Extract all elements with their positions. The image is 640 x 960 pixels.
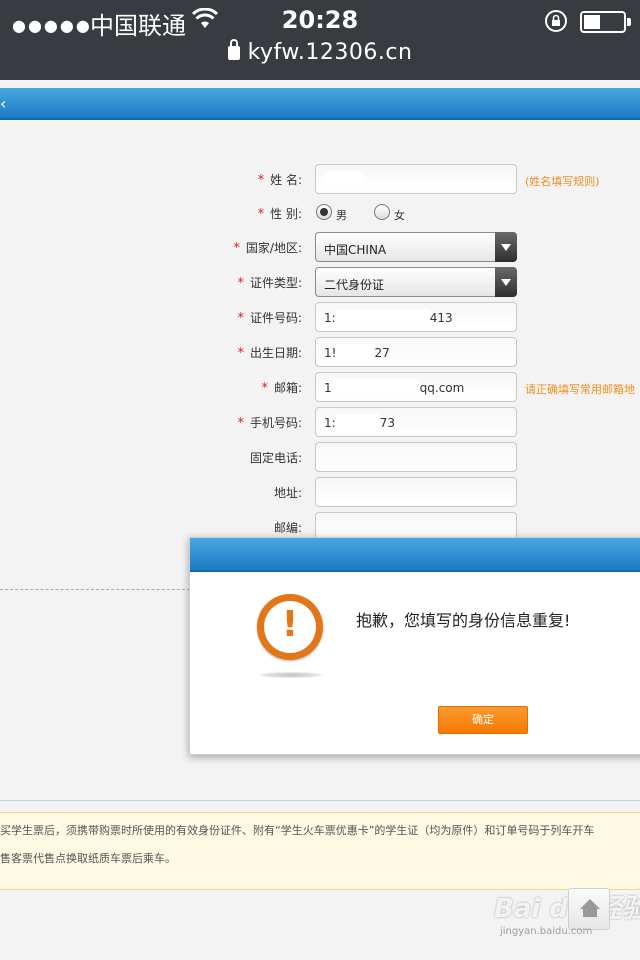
address-input[interactable] <box>315 477 517 507</box>
label-id-type: 证件类型: <box>249 276 302 290</box>
confirm-button[interactable]: 确定 <box>438 706 528 734</box>
email-input[interactable]: 1 qq.com <box>315 372 517 402</box>
notice-line-1: 买学生票后，须携带购票时所使用的有效身份证件、附有“学生火车票优惠卡”的学生证（… <box>0 824 595 837</box>
battery-icon <box>580 11 631 33</box>
dialog-message: 抱歉，您填写的身份信息重复! <box>356 611 571 630</box>
country-select[interactable]: 中国CHINA <box>315 232 517 262</box>
birth-date-input[interactable]: 1! 27 <box>315 337 517 367</box>
watermark-url: jingyan.baidu.com <box>500 926 593 937</box>
email-hint: 请正确填写常用邮箱地 <box>525 383 635 396</box>
gender-male-label: 男 <box>336 209 347 222</box>
label-landline: 固定电话: <box>249 451 302 465</box>
mobile-input[interactable]: 1: 73 <box>315 407 517 437</box>
label-birth: 出生日期: <box>249 346 302 360</box>
scroll-to-top-icon[interactable] <box>568 888 610 930</box>
url-bar[interactable]: kyfw.12306.cn <box>0 39 640 65</box>
status-bar: ●●●●● 中国联通 20:28 kyfw.12306.cn <box>0 0 640 80</box>
row-email: * 邮箱: 1 qq.com 请正确填写常用邮箱地 <box>0 370 640 402</box>
row-address: 地址: <box>0 475 640 507</box>
notice-line-2: 售客票代售点换取纸质车票后乘车。 <box>0 852 176 865</box>
url-text: kyfw.12306.cn <box>247 40 413 65</box>
dialog-header <box>190 538 640 572</box>
label-gender: 性 别: <box>270 207 302 221</box>
label-name: 姓 名: <box>270 173 302 187</box>
name-rule-link[interactable]: (姓名填写规则) <box>525 173 600 189</box>
student-ticket-notice: 买学生票后，须携带购票时所使用的有效身份证件、附有“学生火车票优惠卡”的学生证（… <box>0 812 640 890</box>
chevron-left-icon[interactable]: ‹ <box>0 94 6 113</box>
row-birth: * 出生日期: 1! 27 <box>0 335 640 367</box>
label-email: 邮箱: <box>273 381 302 395</box>
row-mobile: * 手机号码: 1: 73 <box>0 405 640 437</box>
name-input[interactable] <box>315 164 517 194</box>
row-gender: * 性 别: 男 女 <box>0 196 640 228</box>
gender-female-label: 女 <box>394 209 405 222</box>
gender-female-radio[interactable] <box>374 204 390 220</box>
row-id-number: * 证件号码: 1: 413 <box>0 300 640 332</box>
label-mobile: 手机号码: <box>249 416 302 430</box>
row-country: * 国家/地区: 中国CHINA <box>0 230 640 262</box>
divider <box>0 800 640 801</box>
rotation-lock-icon <box>545 10 567 32</box>
lock-icon <box>227 39 240 60</box>
page-header-band: ‹ <box>0 88 640 120</box>
gender-male-radio[interactable] <box>316 204 332 220</box>
id-number-input[interactable]: 1: 413 <box>315 302 517 332</box>
error-dialog: ! 抱歉，您填写的身份信息重复! 确定 <box>189 537 640 755</box>
landline-input[interactable] <box>315 442 517 472</box>
label-address: 地址: <box>273 486 302 500</box>
row-id-type: * 证件类型: 二代身份证 <box>0 265 640 297</box>
label-country: 国家/地区: <box>245 241 302 255</box>
dropdown-arrow-icon <box>495 267 517 297</box>
dropdown-arrow-icon <box>495 232 517 262</box>
id-type-select[interactable]: 二代身份证 <box>315 267 517 297</box>
label-id-number: 证件号码: <box>249 311 302 325</box>
watermark-logo: Bai du 经验 <box>494 894 640 924</box>
row-name: * 姓 名: (姓名填写规则) <box>0 162 640 194</box>
section-divider <box>0 589 190 590</box>
row-landline: 固定电话: <box>0 440 640 472</box>
label-postcode: 邮编: <box>273 521 302 535</box>
warning-icon: ! <box>257 594 323 660</box>
